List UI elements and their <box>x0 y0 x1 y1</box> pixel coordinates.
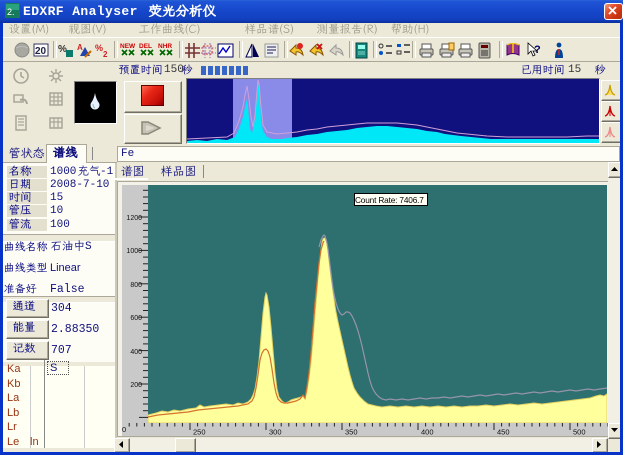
svg-text:200: 200 <box>130 382 142 389</box>
svg-text:400: 400 <box>421 428 434 437</box>
svg-text:NHR: NHR <box>158 43 172 50</box>
svg-text:20: 20 <box>35 46 47 57</box>
svg-text:DEL: DEL <box>139 43 152 50</box>
svg-text:?: ? <box>534 44 541 56</box>
svg-text:%: % <box>58 44 67 55</box>
svg-text:1000: 1000 <box>126 248 142 255</box>
svg-text:0: 0 <box>122 425 126 434</box>
svg-text:800: 800 <box>130 282 142 289</box>
svg-text:500: 500 <box>573 428 586 437</box>
svg-text:350: 350 <box>345 428 358 437</box>
svg-text:NEW: NEW <box>120 43 136 50</box>
svg-text:A: A <box>77 43 83 52</box>
svg-text:400: 400 <box>130 349 142 356</box>
svg-text:600: 600 <box>130 315 142 322</box>
svg-text:1200: 1200 <box>126 215 142 222</box>
svg-text:250: 250 <box>193 428 206 437</box>
svg-text:300: 300 <box>269 428 282 437</box>
svg-text:%: % <box>95 43 103 53</box>
svg-text:2: 2 <box>103 50 108 59</box>
svg-text:2.: 2. <box>7 7 15 17</box>
svg-text:450: 450 <box>497 428 510 437</box>
